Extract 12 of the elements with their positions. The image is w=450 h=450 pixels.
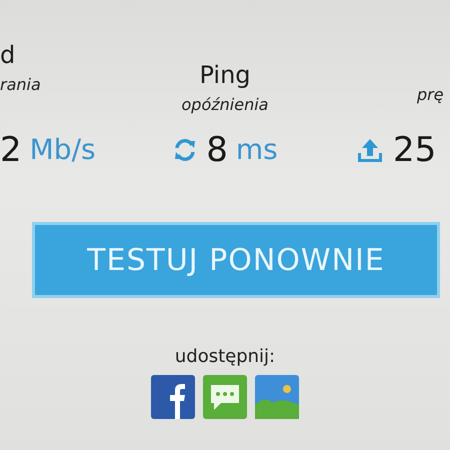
stat-title: Ping (199, 60, 251, 90)
stat-title: d (0, 40, 16, 70)
stat-subtitle: rania (0, 74, 41, 96)
stat-unit: Mb/s (30, 132, 96, 168)
stat-value: 8 (206, 130, 228, 170)
stat-subtitle: opóźnienia (182, 94, 268, 116)
retest-button[interactable]: TESTUJ PONOWNIE (32, 222, 440, 298)
stat-unit: ms (236, 132, 278, 168)
stat-value: 25 (393, 130, 436, 170)
stat-value: 2 (0, 130, 22, 170)
stat-subtitle: prę (417, 84, 444, 106)
share-label: udostępnij: (174, 346, 276, 367)
